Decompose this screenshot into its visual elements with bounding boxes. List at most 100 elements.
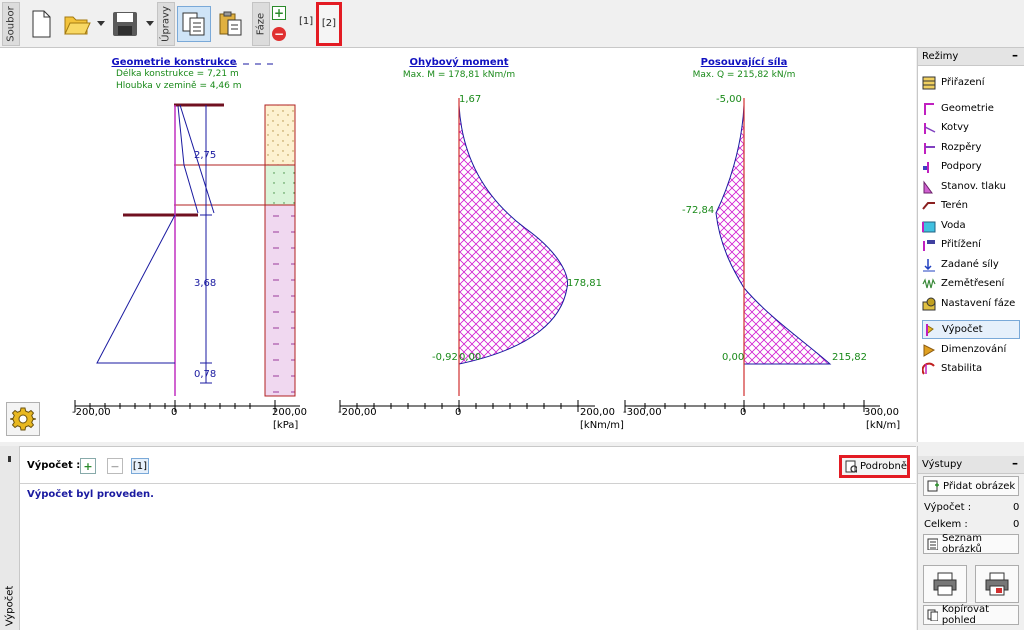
mode-label: Rozpěry xyxy=(941,142,982,153)
moment-bottom-value-2: 0,00 xyxy=(459,352,481,363)
modes-panel: Režimy – Přiřazení Geometrie Kotvy Rozpěr… xyxy=(917,48,1024,442)
phase-tab[interactable]: Fáze xyxy=(252,2,270,46)
picture-list-icon xyxy=(927,538,938,550)
earthquake-icon xyxy=(922,277,936,288)
modes-header: Režimy – xyxy=(918,48,1024,66)
geometry-icon xyxy=(924,102,934,115)
mode-item-surcharge[interactable]: Přitížení xyxy=(922,235,1020,254)
calculation-side-tab[interactable]: Výpočet xyxy=(0,446,20,630)
moment-top-value: 1,67 xyxy=(459,94,481,105)
outputs-calc-label: Výpočet : xyxy=(924,502,972,513)
mode-label: Kotvy xyxy=(941,122,969,133)
moment-axis-right: 200,00 xyxy=(580,407,615,418)
mode-label: Geometrie xyxy=(941,103,994,114)
analysis-output-panel: Výpočet : + − [1] Podrobně Výpočet byl p… xyxy=(0,446,916,630)
dimension-0-78: 0,78 xyxy=(194,369,216,380)
mode-item-struts[interactable]: Rozpěry xyxy=(922,138,1020,157)
moment-max-value: 178,81 xyxy=(567,278,602,289)
open-dropdown-arrow[interactable] xyxy=(97,21,105,26)
paste-data-button[interactable] xyxy=(214,6,248,42)
geometry-axis-right: 200,00 xyxy=(272,407,307,418)
dimension-3-68: 3,68 xyxy=(194,278,216,289)
edit-tab-label: Úpravy xyxy=(160,6,172,42)
mode-label: Terén xyxy=(941,200,968,211)
collapse-outputs-icon[interactable]: – xyxy=(1012,456,1018,470)
open-file-button[interactable] xyxy=(60,6,94,42)
add-picture-icon xyxy=(927,480,939,492)
mode-item-analysis[interactable]: Výpočet xyxy=(922,320,1020,339)
save-button[interactable] xyxy=(108,6,142,42)
add-calculation-button[interactable]: + xyxy=(80,458,96,474)
mode-item-earthquake[interactable]: Zemětřesení xyxy=(922,274,1020,293)
save-dropdown-arrow[interactable] xyxy=(146,21,154,26)
shear-axis-zero: 0 xyxy=(740,407,746,418)
mode-item-forces[interactable]: Zadané síly xyxy=(922,255,1020,274)
diagrams-svg: Geometrie konstrukce Délka konstrukce = … xyxy=(72,56,900,431)
mode-item-water[interactable]: Voda xyxy=(922,216,1020,235)
stability-icon xyxy=(922,362,935,375)
calculation-tab-1[interactable]: [1] xyxy=(131,458,149,474)
copy-data-button[interactable] xyxy=(177,6,211,42)
outputs-panel: Výstupy – Přidat obrázek Výpočet : 0 Celk… xyxy=(917,446,1024,630)
mode-item-phase-settings[interactable]: Nastavení fáze xyxy=(922,294,1020,313)
side-grip-icon xyxy=(8,456,11,462)
printer-export-icon xyxy=(985,572,1009,596)
mode-item-pressure[interactable]: Stanov. tlaku xyxy=(922,177,1020,196)
forces-icon xyxy=(923,258,935,271)
list-pictures-button[interactable]: Seznam obrázků xyxy=(923,533,1019,555)
main-toolbar: Soubor Úpravy Fáze + − [1] [2] xyxy=(0,0,1024,48)
calculation-message: Výpočet byl proveden. xyxy=(27,489,154,500)
earth-pressure-triangle xyxy=(96,214,176,364)
copy-view-button[interactable]: Kopírovat pohled xyxy=(923,604,1019,626)
outputs-header-label: Výstupy xyxy=(922,459,963,470)
phase-1-tab[interactable]: [1] xyxy=(299,16,313,27)
shear-title: Posouvající síla xyxy=(701,56,788,68)
surcharge-icon xyxy=(923,239,935,251)
minus-icon: − xyxy=(273,27,285,41)
paste-clipboard-icon xyxy=(219,11,242,36)
print-button[interactable] xyxy=(923,565,967,603)
analysis-canvas[interactable]: Geometrie konstrukce Délka konstrukce = … xyxy=(0,48,916,442)
outputs-calc-count: 0 xyxy=(1013,502,1020,513)
mode-label: Zadané síly xyxy=(941,259,999,270)
collapse-modes-icon[interactable]: – xyxy=(1012,48,1018,62)
settings-button[interactable] xyxy=(6,402,40,436)
phase-tab-label: Fáze xyxy=(255,12,267,36)
mode-label: Výpočet xyxy=(942,324,983,335)
mode-item-anchors[interactable]: Kotvy xyxy=(922,118,1020,137)
mode-item-supports[interactable]: Podpory xyxy=(922,157,1020,176)
moment-axis-unit: [kNm/m] xyxy=(580,420,624,431)
terrain-icon xyxy=(922,201,935,210)
edit-tab[interactable]: Úpravy xyxy=(157,2,175,46)
file-tab[interactable]: Soubor xyxy=(2,2,20,46)
analysis-icon xyxy=(926,323,934,336)
geometry-depth-line: Hloubka v zemině = 4,46 m xyxy=(116,81,242,91)
shear-diagram-lower xyxy=(743,286,832,365)
minus-icon: − xyxy=(110,459,120,473)
remove-calculation-button[interactable]: − xyxy=(107,458,123,474)
phase-2-tab[interactable]: [2] xyxy=(316,2,342,46)
copy-view-icon xyxy=(927,609,938,621)
shear-min-value: -72,84 xyxy=(682,205,714,216)
new-file-button[interactable] xyxy=(24,6,58,42)
mode-item-assignment[interactable]: Přiřazení xyxy=(922,73,1020,92)
mode-item-geometry[interactable]: Geometrie xyxy=(922,99,1020,118)
shear-axis-left: -300,00 xyxy=(623,407,662,418)
details-button[interactable]: Podrobně xyxy=(839,455,910,478)
copy-view-label: Kopírovat pohled xyxy=(941,604,990,626)
mode-label: Nastavení fáze xyxy=(941,298,1016,309)
print-export-button[interactable] xyxy=(975,565,1019,603)
anchors-icon xyxy=(924,122,936,134)
remove-phase-button[interactable]: − xyxy=(272,27,286,41)
mode-item-dimensioning[interactable]: Dimenzování xyxy=(922,340,1020,359)
mode-label: Stanov. tlaku xyxy=(941,181,1006,192)
gear-icon xyxy=(10,407,36,431)
details-magnifier-icon xyxy=(845,460,857,473)
mode-item-stability[interactable]: Stabilita xyxy=(922,359,1020,378)
add-phase-button[interactable]: + xyxy=(272,6,286,20)
add-picture-button[interactable]: Přidat obrázek xyxy=(923,476,1019,496)
moment-max-line: Max. M = 178,81 kNm/m xyxy=(403,70,515,80)
shear-top-value: -5,00 xyxy=(716,94,742,105)
mode-item-terrain[interactable]: Terén xyxy=(922,196,1020,215)
moment-bottom-value: -0,92 xyxy=(432,352,458,363)
